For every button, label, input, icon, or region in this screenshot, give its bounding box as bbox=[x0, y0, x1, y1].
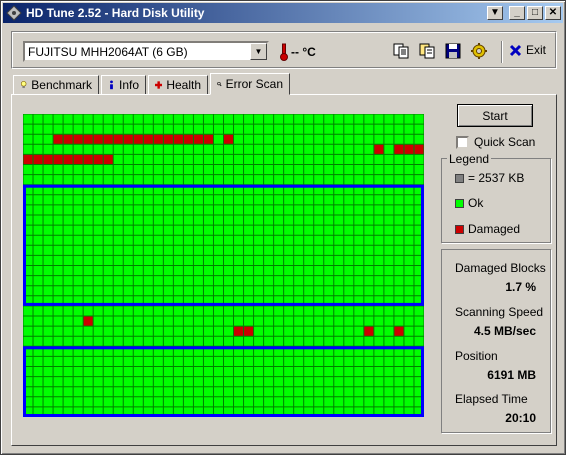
damaged-block bbox=[233, 326, 244, 337]
damaged-block bbox=[73, 134, 84, 145]
damaged-block bbox=[63, 134, 74, 145]
elapsed-time-label: Elapsed Time bbox=[455, 392, 528, 406]
title-bar[interactable]: HD Tune 2.52 - Hard Disk Utility ▼ _ □ ✕ bbox=[3, 3, 563, 23]
legend-block-size: = 2537 KB bbox=[455, 171, 524, 185]
quick-scan-checkbox[interactable]: Quick Scan bbox=[456, 135, 535, 149]
scanning-speed-value: 4.5 MB/sec bbox=[473, 324, 536, 338]
legend-title: Legend bbox=[447, 152, 492, 166]
damaged-block bbox=[103, 134, 114, 145]
tab-health[interactable]: Health bbox=[148, 75, 208, 95]
damaged-block bbox=[83, 154, 94, 165]
damaged-block bbox=[393, 144, 404, 155]
damaged-block bbox=[173, 134, 184, 145]
damaged-block bbox=[183, 134, 194, 145]
scanning-speed-label: Scanning Speed bbox=[455, 305, 544, 319]
position-label: Position bbox=[455, 349, 498, 363]
damaged-block bbox=[83, 316, 94, 327]
tab-benchmark[interactable]: Benchmark bbox=[13, 75, 99, 95]
damaged-block bbox=[393, 326, 404, 337]
temperature-readout: -- °C bbox=[279, 43, 316, 61]
position-value: 6191 MB bbox=[487, 368, 536, 382]
maximize-button[interactable]: □ bbox=[527, 6, 543, 20]
copy-icon[interactable] bbox=[392, 42, 410, 60]
damaged-block bbox=[193, 134, 204, 145]
damaged-block bbox=[93, 134, 104, 145]
damaged-block bbox=[123, 134, 134, 145]
damaged-block bbox=[373, 144, 384, 155]
tab-error-scan[interactable]: Error Scan bbox=[210, 73, 290, 95]
elapsed-time-value: 20:10 bbox=[505, 411, 536, 425]
error-scan-icon bbox=[217, 81, 222, 87]
damaged-block bbox=[133, 134, 144, 145]
copy-all-icon[interactable] bbox=[418, 42, 436, 60]
ok-swatch bbox=[455, 198, 464, 208]
damaged-block bbox=[53, 154, 64, 165]
app-icon bbox=[6, 5, 22, 21]
health-icon bbox=[155, 81, 163, 89]
damaged-block bbox=[143, 134, 154, 145]
temperature-value: -- °C bbox=[291, 45, 316, 59]
tab-info[interactable]: Info bbox=[101, 75, 146, 95]
checkbox-box[interactable] bbox=[456, 135, 469, 149]
toolbar-separator bbox=[501, 41, 503, 63]
damaged-block bbox=[153, 134, 164, 145]
damaged-block bbox=[83, 134, 94, 145]
legend-ok: Ok bbox=[455, 196, 483, 210]
close-button[interactable]: ✕ bbox=[545, 6, 561, 20]
damaged-block bbox=[63, 154, 74, 165]
damaged-blocks-label: Damaged Blocks bbox=[455, 261, 546, 275]
damaged-block bbox=[163, 134, 174, 145]
damaged-block bbox=[363, 326, 374, 337]
damaged-block bbox=[403, 144, 414, 155]
damaged-block bbox=[93, 154, 104, 165]
main-window: HD Tune 2.52 - Hard Disk Utility ▼ _ □ ✕… bbox=[0, 0, 566, 455]
toolbar: FUJITSU MHH2064AT (6 GB) ▼ -- °C Exit bbox=[11, 31, 557, 69]
damaged-block bbox=[223, 134, 234, 145]
damaged-block bbox=[23, 154, 34, 165]
damaged-block bbox=[203, 134, 214, 145]
legend-damaged: Damaged bbox=[455, 222, 520, 236]
drive-select-value: FUJITSU MHH2064AT (6 GB) bbox=[28, 45, 188, 59]
benchmark-icon bbox=[20, 81, 27, 89]
scan-grid bbox=[23, 114, 424, 417]
save-icon[interactable] bbox=[444, 42, 462, 60]
damaged-blocks-value: 1.7 % bbox=[505, 280, 536, 294]
drive-select[interactable]: FUJITSU MHH2064AT (6 GB) ▼ bbox=[23, 41, 269, 62]
damaged-block bbox=[53, 134, 64, 145]
block-size-swatch bbox=[455, 173, 464, 183]
damaged-block bbox=[413, 144, 424, 155]
damaged-block bbox=[43, 154, 54, 165]
minimize-button[interactable]: _ bbox=[509, 6, 525, 20]
window-title: HD Tune 2.52 - Hard Disk Utility bbox=[26, 6, 205, 20]
damaged-block bbox=[103, 154, 114, 165]
info-icon bbox=[110, 80, 113, 90]
thermometer-icon bbox=[280, 43, 288, 61]
exit-label: Exit bbox=[526, 43, 547, 57]
exit-icon bbox=[509, 44, 522, 56]
options-icon[interactable] bbox=[470, 42, 488, 60]
dropdown-arrow-icon[interactable]: ▼ bbox=[250, 43, 267, 60]
damaged-block bbox=[243, 326, 254, 337]
damaged-swatch bbox=[455, 224, 464, 234]
damaged-block bbox=[33, 154, 44, 165]
exit-button[interactable]: Exit bbox=[509, 43, 546, 57]
damaged-block bbox=[73, 154, 84, 165]
damaged-block bbox=[113, 134, 124, 145]
menu-button[interactable]: ▼ bbox=[487, 6, 503, 20]
start-button[interactable]: Start bbox=[457, 104, 533, 127]
